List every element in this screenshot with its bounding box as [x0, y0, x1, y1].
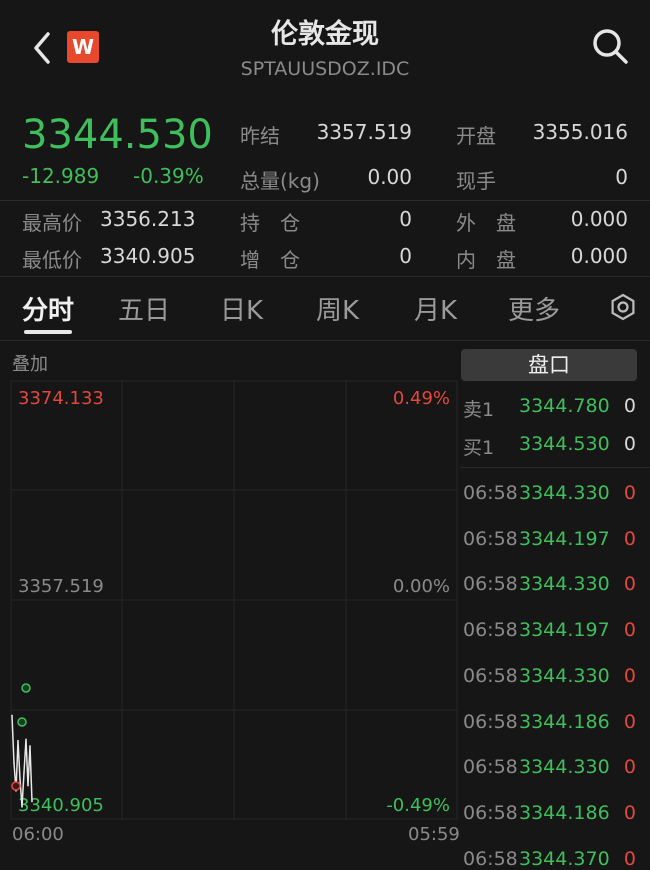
price-point [11, 714, 13, 717]
ask-label: 卖1 [463, 399, 495, 421]
tick-time: 06:58 [463, 527, 518, 550]
tick-price: 3344.370 [519, 847, 610, 870]
stat-value-prev-settle: 3357.519 [316, 120, 412, 144]
tick-time: 06:58 [463, 710, 518, 733]
tick-time: 06:58 [463, 482, 518, 504]
tick-time: 06:58 [463, 619, 518, 642]
price-point [21, 806, 23, 808]
stat-label-current-lot: 现手 [456, 169, 496, 193]
tick-price: 3344.197 [519, 527, 610, 550]
stat-value-current-lot: 0 [615, 165, 628, 189]
price-point [27, 784, 29, 787]
tab-daily-k[interactable]: 日K [220, 290, 263, 327]
marker-buy [17, 717, 27, 727]
bid-volume: 0 [623, 433, 636, 455]
y-tick-label-top: 3374.133 [18, 388, 104, 409]
x-tick-label-end: 05:59 [408, 824, 460, 845]
ask-volume: 0 [623, 395, 636, 417]
price-point [13, 762, 15, 764]
stat-value-open: 3355.016 [532, 120, 628, 144]
price-point [17, 739, 19, 742]
search-icon[interactable] [590, 26, 630, 66]
y-tick-label-mid: 3357.519 [18, 576, 104, 597]
pct-tick-label-mid: 0.00% [393, 576, 450, 597]
stat-value-high: 3356.213 [100, 207, 196, 231]
price-change: -12.989 [22, 164, 100, 188]
stat-value-volume: 0.00 [367, 165, 412, 189]
stat-label-oi-change: 增 仓 [240, 248, 300, 272]
ask-price: 3344.780 [519, 395, 610, 417]
tick-price: 3344.330 [519, 482, 610, 504]
stat-value-low: 3340.905 [100, 244, 196, 268]
stat-label-high: 最高价 [22, 211, 82, 235]
tick-volume: 0 [623, 847, 636, 870]
divider [0, 276, 650, 277]
stat-label-prev-settle: 昨结 [240, 124, 280, 148]
tick-time: 06:58 [463, 573, 518, 596]
marker-sell [11, 781, 21, 791]
price-point [23, 771, 25, 774]
order-book-button[interactable]: 盘口 [461, 349, 637, 381]
tab-intraday[interactable]: 分时 [22, 290, 74, 327]
tab-monthly-k[interactable]: 月K [414, 290, 457, 327]
tab-five-day[interactable]: 五日 [118, 290, 170, 327]
tab-weekly-k[interactable]: 周K [316, 290, 359, 327]
tick-price: 3344.330 [519, 756, 610, 779]
stat-label-volume: 总量(kg) [240, 169, 320, 193]
x-tick-label-start: 06:00 [12, 824, 64, 845]
overlay-button[interactable]: 叠加 [12, 350, 48, 376]
tick-volume: 0 [623, 482, 636, 504]
marker-buy [21, 683, 31, 693]
stat-label-inner: 内 盘 [456, 248, 516, 272]
stat-value-inner: 0.000 [570, 244, 628, 268]
pct-tick-label-bottom: -0.49% [386, 795, 450, 816]
price-point [25, 738, 27, 741]
tick-time: 06:58 [463, 664, 518, 687]
tick-time: 06:58 [463, 847, 518, 870]
last-price: 3344.530 [22, 112, 213, 158]
price-change-pct: -0.39% [133, 164, 204, 188]
tick-volume: 0 [623, 573, 636, 596]
tab-more[interactable]: 更多 [508, 290, 560, 327]
page-title: 伦敦金现 [271, 19, 379, 50]
tick-volume: 0 [623, 756, 636, 779]
bid-label: 买1 [463, 437, 495, 459]
price-point [31, 800, 33, 803]
y-tick-label-bottom: 3340.905 [18, 795, 104, 816]
price-point [19, 778, 21, 780]
stat-value-oi-change: 0 [399, 244, 412, 268]
intraday-chart[interactable]: 3374.133 3357.519 3340.905 0.49% 0.00% -… [10, 380, 458, 820]
tick-price: 3344.330 [519, 573, 610, 596]
tick-time: 06:58 [463, 756, 518, 779]
active-tab-indicator [24, 330, 72, 334]
tick-volume: 0 [623, 801, 636, 824]
stat-value-open-interest: 0 [399, 207, 412, 231]
bid-price: 3344.530 [519, 433, 610, 455]
divider [0, 340, 650, 341]
stat-value-outer: 0.000 [570, 207, 628, 231]
divider [460, 467, 650, 468]
price-point [29, 745, 31, 747]
price-series [11, 714, 33, 808]
divider [0, 200, 650, 201]
stat-label-low: 最低价 [22, 248, 82, 272]
pct-tick-label-top: 0.49% [393, 388, 450, 409]
symbol-code: SPTAUUSDOZ.IDC [240, 58, 410, 80]
tick-price: 3344.330 [519, 664, 610, 687]
price-line [11, 715, 33, 807]
stat-label-open: 开盘 [456, 124, 496, 148]
gear-icon[interactable] [608, 292, 638, 322]
tick-time: 06:58 [463, 801, 518, 824]
tick-price: 3344.186 [519, 710, 610, 733]
tick-price: 3344.197 [519, 619, 610, 642]
tick-volume: 0 [623, 664, 636, 687]
tick-volume: 0 [623, 527, 636, 550]
stat-label-outer: 外 盘 [456, 211, 516, 235]
stat-label-open-interest: 持 仓 [240, 211, 300, 235]
tick-price: 3344.186 [519, 801, 610, 824]
tick-volume: 0 [623, 710, 636, 733]
chart-grid [10, 380, 458, 820]
tick-volume: 0 [623, 619, 636, 642]
